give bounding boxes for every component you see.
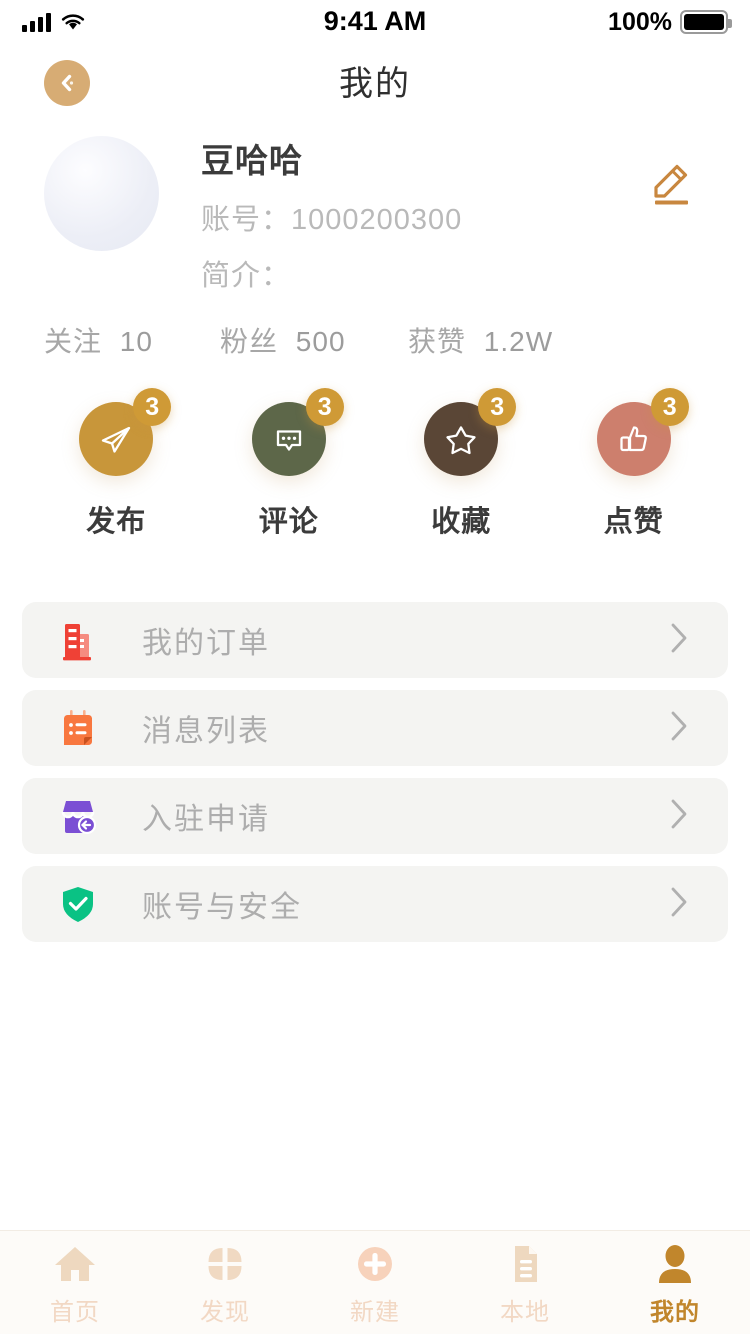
profile-account: 账号：1000200300 — [201, 204, 463, 236]
tab-label-mine: 我的 — [650, 1299, 700, 1326]
menu-item-merchant-application[interactable]: 入驻申请 — [22, 778, 728, 854]
publish-badge: 3 — [133, 388, 172, 426]
like-bubble: 3 — [596, 388, 689, 476]
profile-bio: 简介： — [201, 260, 292, 292]
tab-discover[interactable]: 发现 — [150, 1238, 300, 1327]
chevron-right-icon — [666, 618, 692, 663]
stat-likes-value: 1.2W — [483, 326, 554, 357]
thumbs-up-icon — [620, 426, 647, 452]
pencil-edit-icon — [654, 164, 688, 205]
icon-stat-publish[interactable]: 3 发布 — [30, 388, 203, 540]
chevron-right-icon — [666, 706, 692, 751]
profile-info: 豆哈哈 账号：1000200300 简介： — [201, 130, 462, 294]
tab-label-discover: 发现 — [200, 1299, 250, 1326]
shield-check-icon — [52, 882, 104, 926]
icon-stat-comment[interactable]: 3 评论 — [203, 388, 376, 540]
page-header: 我的 — [0, 44, 750, 130]
bottom-tab-bar: 首页 发现 新建 本地 我的 — [0, 1230, 750, 1334]
icon-stat-favorite[interactable]: 3 收藏 — [375, 388, 548, 540]
comment-bubble-wrap: 3 — [251, 388, 344, 476]
person-icon — [651, 1238, 699, 1290]
page-title: 我的 — [339, 65, 411, 103]
plus-circle-icon — [351, 1238, 399, 1290]
chevron-right-icon — [666, 882, 692, 927]
document-icon — [501, 1238, 549, 1290]
paper-plane-icon — [102, 426, 131, 453]
follow-stats: 关注 10 粉丝 500 获赞 1.2W — [0, 294, 750, 360]
battery-full-icon — [680, 10, 732, 34]
tab-mine[interactable]: 我的 — [600, 1238, 750, 1327]
menu-label-my-orders: 我的订单 — [142, 627, 270, 660]
profile-section: 豆哈哈 账号：1000200300 简介： — [0, 130, 750, 294]
menu-item-account-security[interactable]: 账号与安全 — [22, 866, 728, 942]
publish-bubble: 3 — [79, 388, 172, 476]
tab-label-create: 新建 — [350, 1299, 400, 1326]
battery-percent: 100% — [608, 7, 672, 36]
menu-item-message-list[interactable]: 消息列表 — [22, 690, 728, 766]
favorite-badge: 3 — [478, 388, 517, 426]
icon-stats-row: 3 发布 3 评论 3 收藏 3 点赞 — [0, 388, 750, 540]
star-icon — [446, 426, 476, 455]
status-bar: 9:41 AM 100% — [0, 0, 750, 44]
notepad-list-icon — [52, 706, 104, 750]
favorite-label: 收藏 — [431, 506, 492, 538]
building-invoice-icon — [52, 618, 104, 662]
stat-likes-label: 获赞 — [408, 326, 467, 357]
home-icon — [51, 1238, 99, 1290]
comment-label: 评论 — [258, 506, 319, 538]
profile-name: 豆哈哈 — [201, 142, 303, 179]
tab-label-home: 首页 — [50, 1299, 100, 1326]
chevron-right-icon — [666, 794, 692, 839]
icon-stat-like[interactable]: 3 点赞 — [548, 388, 721, 540]
stat-following-label: 关注 — [44, 326, 103, 357]
stat-following-value: 10 — [119, 326, 153, 357]
edit-profile-button[interactable] — [644, 152, 700, 213]
menu-label-merchant-application: 入驻申请 — [142, 803, 270, 836]
stat-following[interactable]: 关注 10 — [44, 320, 220, 360]
menu-item-my-orders[interactable]: 我的订单 — [22, 602, 728, 678]
like-badge: 3 — [650, 388, 689, 426]
tab-label-local: 本地 — [500, 1299, 550, 1326]
menu-label-account-security: 账号与安全 — [142, 891, 302, 924]
like-label: 点赞 — [603, 506, 664, 538]
menu-list: 我的订单 消息列表 入驻申请 账号与安全 — [0, 602, 750, 942]
avatar[interactable] — [44, 136, 159, 251]
discover-clover-icon — [201, 1238, 249, 1290]
publish-label: 发布 — [86, 506, 147, 538]
favorite-bubble: 3 — [424, 388, 517, 476]
storefront-icon — [52, 794, 104, 838]
status-right: 100% — [608, 7, 732, 37]
tab-create[interactable]: 新建 — [300, 1238, 450, 1327]
stat-followers[interactable]: 粉丝 500 — [220, 320, 408, 360]
comment-badge: 3 — [305, 388, 344, 426]
tab-home[interactable]: 首页 — [0, 1238, 150, 1327]
stat-likes[interactable]: 获赞 1.2W — [408, 320, 553, 360]
menu-label-message-list: 消息列表 — [142, 715, 270, 748]
stat-followers-value: 500 — [295, 326, 346, 357]
stat-followers-label: 粉丝 — [220, 326, 279, 357]
tab-local[interactable]: 本地 — [450, 1238, 600, 1327]
comment-bubble-icon — [276, 430, 301, 451]
